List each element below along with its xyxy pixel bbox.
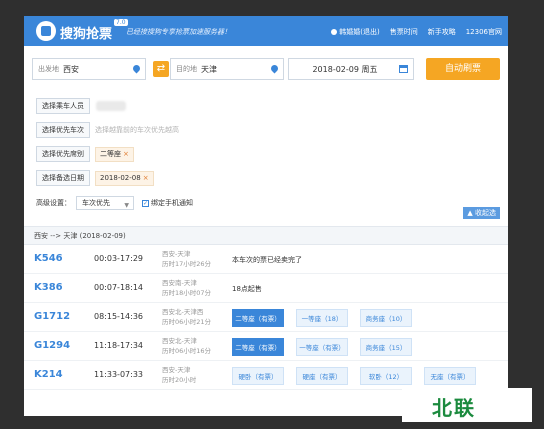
date-chip: 2018-02-08 × — [95, 170, 154, 186]
train-info: 西安南-天津历时18小时07分 — [162, 278, 211, 298]
app-name: 搜狗抢票 — [60, 27, 113, 42]
train-duration: 历时17小时26分 — [162, 260, 212, 268]
advanced-settings: 高级设置： 车次优先 ▼ ✓ 绑定手机通知 — [36, 196, 193, 210]
train-stations: 西安南-天津 — [162, 279, 197, 287]
date-row-option: 选择备选日期 2018-02-08 × — [36, 170, 154, 186]
train-time: 08:15-14:36 — [94, 312, 143, 321]
select-passenger-button[interactable]: 选择乘车人员 — [36, 98, 90, 114]
select-train-button[interactable]: 选择优先车次 — [36, 122, 90, 138]
from-value: 西安 — [63, 64, 79, 74]
close-icon[interactable]: × — [123, 150, 129, 158]
train-duration: 历时06小时16分 — [162, 347, 212, 355]
seat-option-button[interactable]: 二等座（有票） — [232, 309, 284, 327]
train-time: 11:33-07:33 — [94, 370, 143, 379]
train-stations: 西安-天津 — [162, 250, 191, 258]
train-duration: 历时20小时 — [162, 376, 197, 384]
app-window: 搜狗抢票 7.0 已经接搜狗专享抢票加速服务器！ 韩婚婚(退出) 售票时间 新手… — [24, 16, 508, 416]
date-value: 2018-02-09 周五 — [312, 64, 378, 74]
header-links: 韩婚婚(退出) 售票时间 新手攻略 12306官网 — [331, 27, 502, 37]
train-stations: 西安北-天津 — [162, 337, 197, 345]
from-label: 出发地 — [38, 65, 59, 73]
seat-option-button[interactable]: 商务座（10） — [360, 309, 412, 327]
train-row[interactable]: G1294 11:18-17:34 西安北-天津历时06小时16分 二等座（有票） 一等… — [24, 332, 508, 361]
blurred-passenger — [96, 101, 126, 111]
train-time: 00:03-17:29 — [94, 254, 143, 263]
train-info: 西安-天津历时17小时26分 — [162, 249, 211, 269]
from-field[interactable]: 出发地 西安 — [32, 58, 146, 80]
collapse-button[interactable]: ▲ 收起选 — [463, 207, 500, 219]
seat-option-button[interactable]: 硬卧（有票） — [232, 367, 284, 385]
seat-option-button[interactable]: 无座（有票） — [424, 367, 476, 385]
priority-select-value: 车次优先 — [82, 199, 110, 207]
train-info: 西安-天津历时20小时 — [162, 365, 196, 385]
header-slogan: 已经接搜狗专享抢票加速服务器！ — [126, 28, 231, 36]
seat-option-button[interactable]: 商务座（15） — [360, 338, 412, 356]
train-hint: 选择越靠前的车次优先越高 — [95, 126, 179, 134]
swap-icon[interactable]: ⇄ — [153, 61, 169, 77]
watermark: 北联 — [402, 388, 532, 422]
location-pin-icon — [133, 65, 140, 74]
train-logo-icon — [36, 21, 56, 41]
phone-notify-checkbox[interactable]: ✓ 绑定手机通知 — [142, 198, 193, 208]
train-info: 西安北-天津历时06小时16分 — [162, 336, 211, 356]
calendar-icon — [399, 65, 408, 73]
train-time: 00:07-18:14 — [94, 283, 143, 292]
train-list: K546 00:03-17:29 西安-天津 历时17小时26分 本车次的票已经卖完了 K… — [24, 245, 508, 390]
train-info: 西安北-天津西 历时06小时21分 — [162, 307, 211, 327]
priority-select[interactable]: 车次优先 ▼ — [76, 196, 134, 210]
train-duration: 历时18小时07分 — [162, 289, 212, 297]
to-value: 天津 — [201, 64, 217, 74]
to-label: 目的地 — [176, 65, 197, 73]
train-number[interactable]: K214 — [34, 369, 63, 380]
train-row[interactable]: G1712 08:15-14:36 西安北-天津西 历时06小时21分 二等座（有票） 一… — [24, 303, 508, 332]
official-site-link[interactable]: 12306官网 — [466, 27, 502, 37]
select-date-button[interactable]: 选择备选日期 — [36, 170, 90, 186]
select-seat-button[interactable]: 选择优先席别 — [36, 146, 90, 162]
seat-chip-label: 二等座 — [100, 149, 121, 158]
app-header: 搜狗抢票 7.0 已经接搜狗专享抢票加速服务器！ 韩婚婚(退出) 售票时间 新手… — [24, 16, 508, 46]
advanced-label: 高级设置： — [36, 199, 71, 207]
seat-chip: 二等座 × — [95, 146, 134, 162]
train-status-message: 18点起售 — [232, 285, 262, 293]
train-duration: 历时06小时21分 — [162, 318, 212, 326]
watermark-text: 北联 — [432, 396, 476, 420]
location-pin-icon — [271, 65, 278, 74]
seat-option-button[interactable]: 一等座（有票） — [296, 338, 348, 356]
train-row[interactable]: K386 00:07-18:14 西安南-天津历时18小时07分 18点起售 — [24, 274, 508, 303]
train-number[interactable]: K386 — [34, 282, 63, 293]
server-time-link[interactable]: 售票时间 — [390, 27, 418, 37]
version-badge: 7.0 — [114, 19, 128, 26]
chevron-down-icon: ▼ — [124, 202, 129, 209]
seat-row-option: 选择优先席别 二等座 × — [36, 146, 134, 162]
checkbox-icon: ✓ — [142, 199, 149, 207]
train-number[interactable]: K546 — [34, 253, 63, 264]
seat-option-button[interactable]: 硬座（有票） — [296, 367, 348, 385]
date-chip-label: 2018-02-08 — [100, 173, 141, 182]
guide-link[interactable]: 新手攻略 — [428, 27, 456, 37]
user-link-label: 韩婚婚(退出) — [339, 28, 380, 36]
train-row-option: 选择优先车次 选择越靠前的车次优先越高 — [36, 122, 179, 138]
auto-refresh-button[interactable]: 自动刷票 — [426, 58, 500, 80]
user-icon — [331, 29, 338, 35]
train-stations: 西安北-天津西 — [162, 308, 204, 316]
train-row[interactable]: K214 11:33-07:33 西安-天津历时20小时 硬卧（有票） 硬座（有票） 软卧… — [24, 361, 508, 390]
user-link[interactable]: 韩婚婚(退出) — [331, 27, 380, 37]
passenger-row: 选择乘车人员 — [36, 98, 126, 114]
close-icon[interactable]: × — [143, 174, 149, 182]
search-row: 出发地 西安 ⇄ 目的地 天津 2018-02-09 周五 自动刷票 — [32, 58, 500, 80]
seat-option-button[interactable]: 一等座（18） — [296, 309, 348, 327]
train-stations: 西安-天津 — [162, 366, 191, 374]
route-header: 西安 --> 天津 (2018-02-09) — [24, 227, 508, 245]
phone-notify-label: 绑定手机通知 — [151, 199, 193, 207]
train-number[interactable]: G1712 — [34, 311, 70, 322]
to-field[interactable]: 目的地 天津 — [170, 58, 284, 80]
seat-option-button[interactable]: 二等座（有票） — [232, 338, 284, 356]
train-number[interactable]: G1294 — [34, 340, 70, 351]
train-status-message: 本车次的票已经卖完了 — [232, 256, 302, 264]
train-time: 11:18-17:34 — [94, 341, 143, 350]
seat-option-button[interactable]: 软卧（12） — [360, 367, 412, 385]
train-row[interactable]: K546 00:03-17:29 西安-天津历时17小时26分 本车次的票已经卖完了 — [24, 245, 508, 274]
date-field[interactable]: 2018-02-09 周五 — [288, 58, 414, 80]
